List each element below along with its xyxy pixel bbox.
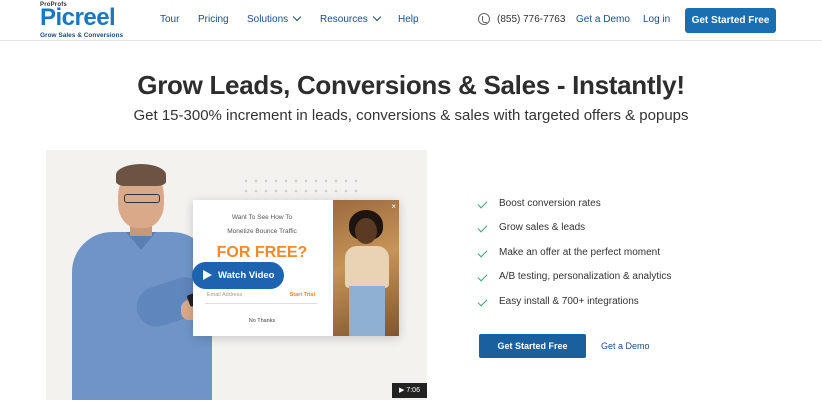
login-link[interactable]: Log in xyxy=(643,14,670,25)
popup-no-thanks: No Thanks xyxy=(248,318,276,324)
popup-offer: FOR FREE? xyxy=(216,244,308,261)
watch-video-button[interactable]: Watch Video xyxy=(192,262,284,289)
checkmark-icon xyxy=(477,247,488,258)
close-icon: × xyxy=(391,202,396,211)
video-duration-badge: ▶ 7:06 xyxy=(392,383,427,398)
popup-email-placeholder: Email Address xyxy=(207,292,243,298)
get-started-free-button[interactable]: Get Started Free xyxy=(479,334,586,358)
feature-text: Grow sales & leads xyxy=(499,222,586,233)
logo-tagline: Grow Sales & Conversions xyxy=(40,32,124,39)
popup-start-trial: Start Trial xyxy=(289,292,315,298)
phone-icon xyxy=(478,13,490,25)
feature-text: Boost conversion rates xyxy=(499,198,601,209)
nav-tour[interactable]: Tour xyxy=(160,14,179,25)
get-a-demo-link[interactable]: Get a Demo xyxy=(601,341,650,351)
picreel-logo[interactable]: ProProfs Picreel Grow Sales & Conversion… xyxy=(40,2,130,40)
play-icon xyxy=(203,270,212,280)
chevron-down-icon xyxy=(292,12,302,22)
top-navigation-bar: ProProfs Picreel Grow Sales & Conversion… xyxy=(0,0,822,41)
hero-subtitle: Get 15-300% increment in leads, conversi… xyxy=(133,107,689,124)
popup-email-field: Email Address Start Trial xyxy=(205,288,317,304)
video-player[interactable]: Want To See How To Monetize Bounce Traff… xyxy=(46,150,427,400)
nav-pricing[interactable]: Pricing xyxy=(198,14,229,25)
feature-text: A/B testing, personalization & analytics xyxy=(499,271,672,282)
hero-title: Grow Leads, Conversions & Sales - Instan… xyxy=(137,70,685,100)
header-get-started-button[interactable]: Get Started Free xyxy=(685,8,776,33)
nav-tour-label: Tour xyxy=(160,14,180,25)
phone-number: (855) 776-7763 xyxy=(497,14,566,25)
nav-resources[interactable]: Resources xyxy=(320,12,382,25)
popup-line-2: Monetize Bounce Traffic xyxy=(227,228,297,235)
checkmark-icon xyxy=(477,198,488,209)
nav-help[interactable]: Help xyxy=(398,14,419,25)
nav-pricing-label: Pricing xyxy=(198,14,229,25)
nav-help-label: Help xyxy=(398,14,419,25)
logo-name: Picreel xyxy=(40,4,116,31)
video-duration: 7:06 xyxy=(406,387,420,394)
feature-text: Easy install & 700+ integrations xyxy=(499,296,639,307)
watch-video-label: Watch Video xyxy=(218,270,275,281)
checkmark-icon xyxy=(477,271,488,282)
woman-photo-image: × xyxy=(333,200,399,336)
nav-solutions-label: Solutions xyxy=(247,14,289,25)
checkmark-icon xyxy=(477,296,488,307)
nav-solutions[interactable]: Solutions xyxy=(247,12,302,25)
chevron-down-icon xyxy=(372,12,382,22)
popup-line-1: Want To See How To xyxy=(231,214,293,221)
checkmark-icon xyxy=(477,222,488,233)
feature-text: Make an offer at the perfect moment xyxy=(499,247,661,258)
header-get-a-demo-link[interactable]: Get a Demo xyxy=(576,14,630,25)
nav-resources-label: Resources xyxy=(320,14,368,25)
